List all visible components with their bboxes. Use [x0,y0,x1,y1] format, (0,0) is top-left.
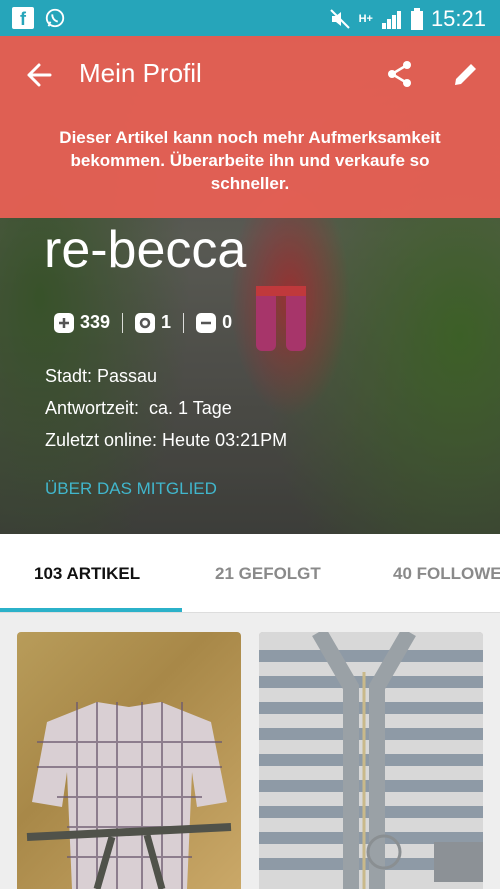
network-type: H+ [358,12,373,25]
negative-count: 0 [222,312,233,332]
tab-following[interactable]: 21 GEFOLGT [215,564,321,584]
tab-followers[interactable]: 40 FOLLOWER [393,564,500,584]
notification-icons: f [12,7,66,29]
item-photo-striped-jacket [259,632,483,889]
edit-pencil-icon[interactable] [452,60,480,88]
rating-stats: 339 1 0 [54,312,232,333]
signal-icon [381,11,401,29]
stats-divider [183,312,185,333]
profile-tabs: 103 ARTIKEL 21 GEFOLGT 40 FOLLOWER [0,534,500,613]
whatsapp-icon [45,8,65,28]
neutral-ratings: 1 [135,312,171,333]
item-card-striped-jacket[interactable] [259,632,483,889]
negative-rating-icon [196,312,217,333]
profile-last-online: Zuletzt online: Heute 03:21PM [45,430,288,450]
active-tab-indicator [0,608,182,612]
profile-response-time: Antwortzeit: ca. 1 Tage [45,398,232,418]
cover-photo-detail [256,286,306,351]
profile-city: Stadt: Passau [45,366,158,386]
negative-ratings: 0 [196,312,232,333]
back-arrow-icon[interactable] [24,60,54,90]
item-photo-plaid-dress [26,702,232,889]
facebook-icon: f [12,7,34,29]
clock: 15:21 [430,6,486,31]
neutral-rating-icon [135,312,156,333]
battery-icon [410,8,423,30]
status-bar: f H+ 15:21 [0,0,500,36]
mute-icon [329,9,350,29]
app-bar: Mein Profil Dieser Artikel kann noch meh… [0,36,500,218]
stats-divider [122,312,124,333]
positive-rating-icon [54,312,74,333]
page-title: Mein Profil [79,58,202,88]
about-member-link[interactable]: ÜBER DAS MITGLIED [45,479,217,499]
share-icon[interactable] [386,60,414,88]
profile-username: re-becca [44,221,247,279]
system-indicators: H+ 15:21 [329,6,486,32]
neutral-count: 1 [161,312,172,332]
improve-listing-notice[interactable]: Dieser Artikel kann noch mehr Aufmerksam… [30,126,470,195]
tab-articles[interactable]: 103 ARTIKEL [34,564,140,584]
item-card-shirt-dress[interactable] [17,632,241,889]
positive-ratings: 339 [54,312,110,333]
positive-count: 339 [80,312,111,332]
